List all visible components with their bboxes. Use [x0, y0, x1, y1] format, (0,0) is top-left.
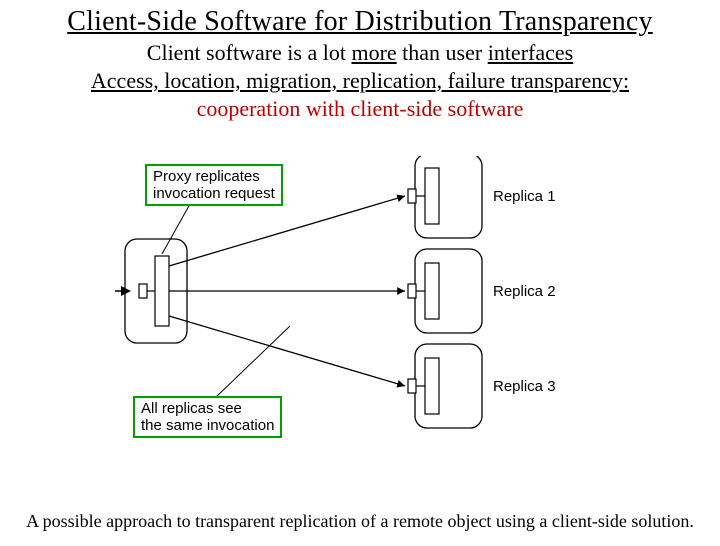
subtitle-1-mid: than user — [397, 40, 488, 65]
caption: A possible approach to transparent repli… — [0, 511, 720, 532]
diagram: Proxy replicates invocation request All … — [115, 156, 585, 486]
label-replica-2: Replica 2 — [493, 283, 556, 300]
label-replica-1: Replica 1 — [493, 188, 556, 205]
subtitle-line-2: Access, location, migration, replication… — [0, 68, 720, 94]
note-all-replicas: All replicas see the same invocation — [133, 396, 282, 438]
subtitle-line-1: Client software is a lot more than user … — [0, 40, 720, 66]
subtitle-1-prefix: Client software is a lot — [147, 40, 352, 65]
note-proxy-l2: invocation request — [153, 185, 275, 202]
note-all-l2: the same invocation — [141, 417, 274, 434]
note-all-l1: All replicas see — [141, 400, 274, 417]
subtitle-1-more: more — [351, 40, 396, 65]
label-replica-3: Replica 3 — [493, 378, 556, 395]
note-proxy-replicates: Proxy replicates invocation request — [145, 164, 283, 206]
slide-title: Client-Side Software for Distribution Tr… — [0, 6, 720, 38]
note-proxy-l1: Proxy replicates — [153, 168, 275, 185]
subtitle-line-3: cooperation with client-side software — [0, 96, 720, 122]
subtitle-1-interfaces: interfaces — [488, 40, 574, 65]
